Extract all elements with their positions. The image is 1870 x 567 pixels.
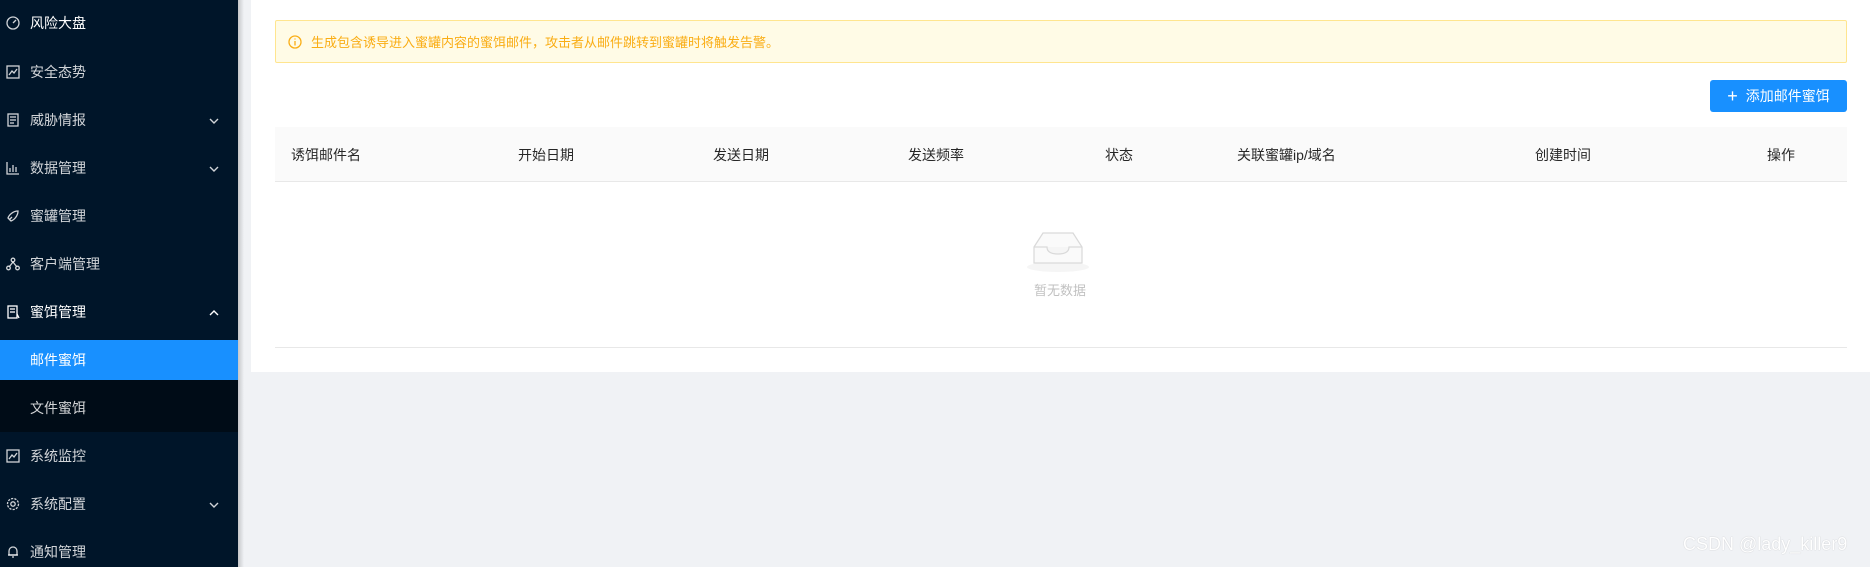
column-header-linked-honeypot[interactable]: 关联蜜罐ip/域名 [1237,127,1336,182]
add-email-bait-button[interactable]: + 添加邮件蜜饵 [1710,80,1847,112]
sidebar-item-security-posture[interactable]: 安全态势 [0,52,238,92]
sidebar-item-label: 系统配置 [30,496,86,512]
sidebar-item-honeypot-management[interactable]: 蜜罐管理 [0,196,238,236]
column-header-status[interactable]: 状态 [1105,127,1133,182]
sidebar-item-label: 通知管理 [30,544,86,560]
sidebar: 风险大盘 安全态势 威胁情报 数据管理 蜜罐管理 客户端管理 蜜饵管理 邮件蜜饵… [0,0,238,567]
sidebar-subitem-email-bait[interactable]: 邮件蜜饵 [0,340,238,380]
sidebar-subitem-label: 文件蜜饵 [30,400,86,416]
line-chart-icon [6,65,20,79]
sidebar-subitem-file-bait[interactable]: 文件蜜饵 [0,388,238,428]
rocket-icon [6,209,20,223]
column-header-bait-email-name[interactable]: 诱饵邮件名 [291,127,361,182]
chevron-down-icon [208,498,220,510]
sidebar-item-label: 系统监控 [30,448,86,464]
column-header-start-date[interactable]: 开始日期 [518,127,574,182]
sidebar-item-label: 数据管理 [30,160,86,176]
sidebar-item-label: 威胁情报 [30,112,86,128]
sidebar-item-label: 风险大盘 [30,15,86,31]
sidebar-item-label: 蜜饵管理 [30,304,86,320]
sidebar-item-notification[interactable]: 通知管理 [0,532,238,567]
gear-icon [6,497,20,511]
info-alert: 生成包含诱导进入蜜罐内容的蜜饵邮件，攻击者从邮件跳转到蜜罐时将触发告警。 [275,20,1847,63]
sidebar-item-system-config[interactable]: 系统配置 [0,484,238,524]
sidebar-item-system-monitor[interactable]: 系统监控 [0,436,238,476]
monitor-chart-icon [6,449,20,463]
column-header-created-time[interactable]: 创建时间 [1535,127,1591,182]
sidebar-item-risk-dashboard[interactable]: 风险大盘 [0,3,238,43]
sidebar-item-data-management[interactable]: 数据管理 [0,148,238,188]
sidebar-item-label: 安全态势 [30,64,86,80]
sidebar-item-label: 蜜罐管理 [30,208,86,224]
dashboard-icon [6,16,20,30]
plus-icon: + [1727,86,1738,106]
watermark: CSDN @lady_killer9 [1683,534,1848,554]
empty-text: 暂无数据 [1033,283,1086,298]
sidebar-item-bait-management[interactable]: 蜜饵管理 [0,292,238,332]
column-header-send-date[interactable]: 发送日期 [713,127,769,182]
empty-inbox-icon [1025,225,1091,273]
add-button-label: 添加邮件蜜饵 [1745,88,1830,104]
bell-icon [6,545,20,559]
chevron-up-icon [208,306,220,318]
column-header-actions[interactable]: 操作 [1767,127,1795,182]
bar-chart-icon [6,161,20,175]
sidebar-shadow [238,0,244,567]
column-header-send-frequency[interactable]: 发送频率 [908,127,964,182]
document-icon [6,113,20,127]
chevron-down-icon [208,162,220,174]
alert-message: 生成包含诱导进入蜜罐内容的蜜饵邮件，攻击者从邮件跳转到蜜罐时将触发告警。 [311,35,780,50]
sidebar-item-client-management[interactable]: 客户端管理 [0,244,238,284]
file-text-icon [6,305,20,319]
cluster-icon [6,257,20,271]
info-circle-icon [288,34,302,49]
sidebar-item-label: 客户端管理 [30,256,100,272]
sidebar-subitem-label: 邮件蜜饵 [30,352,86,368]
chevron-down-icon [208,114,220,126]
sidebar-item-threat-intel[interactable]: 威胁情报 [0,100,238,140]
table-header: 诱饵邮件名 开始日期 发送日期 发送频率 状态 关联蜜罐ip/域名 创建时间 操… [275,127,1847,182]
